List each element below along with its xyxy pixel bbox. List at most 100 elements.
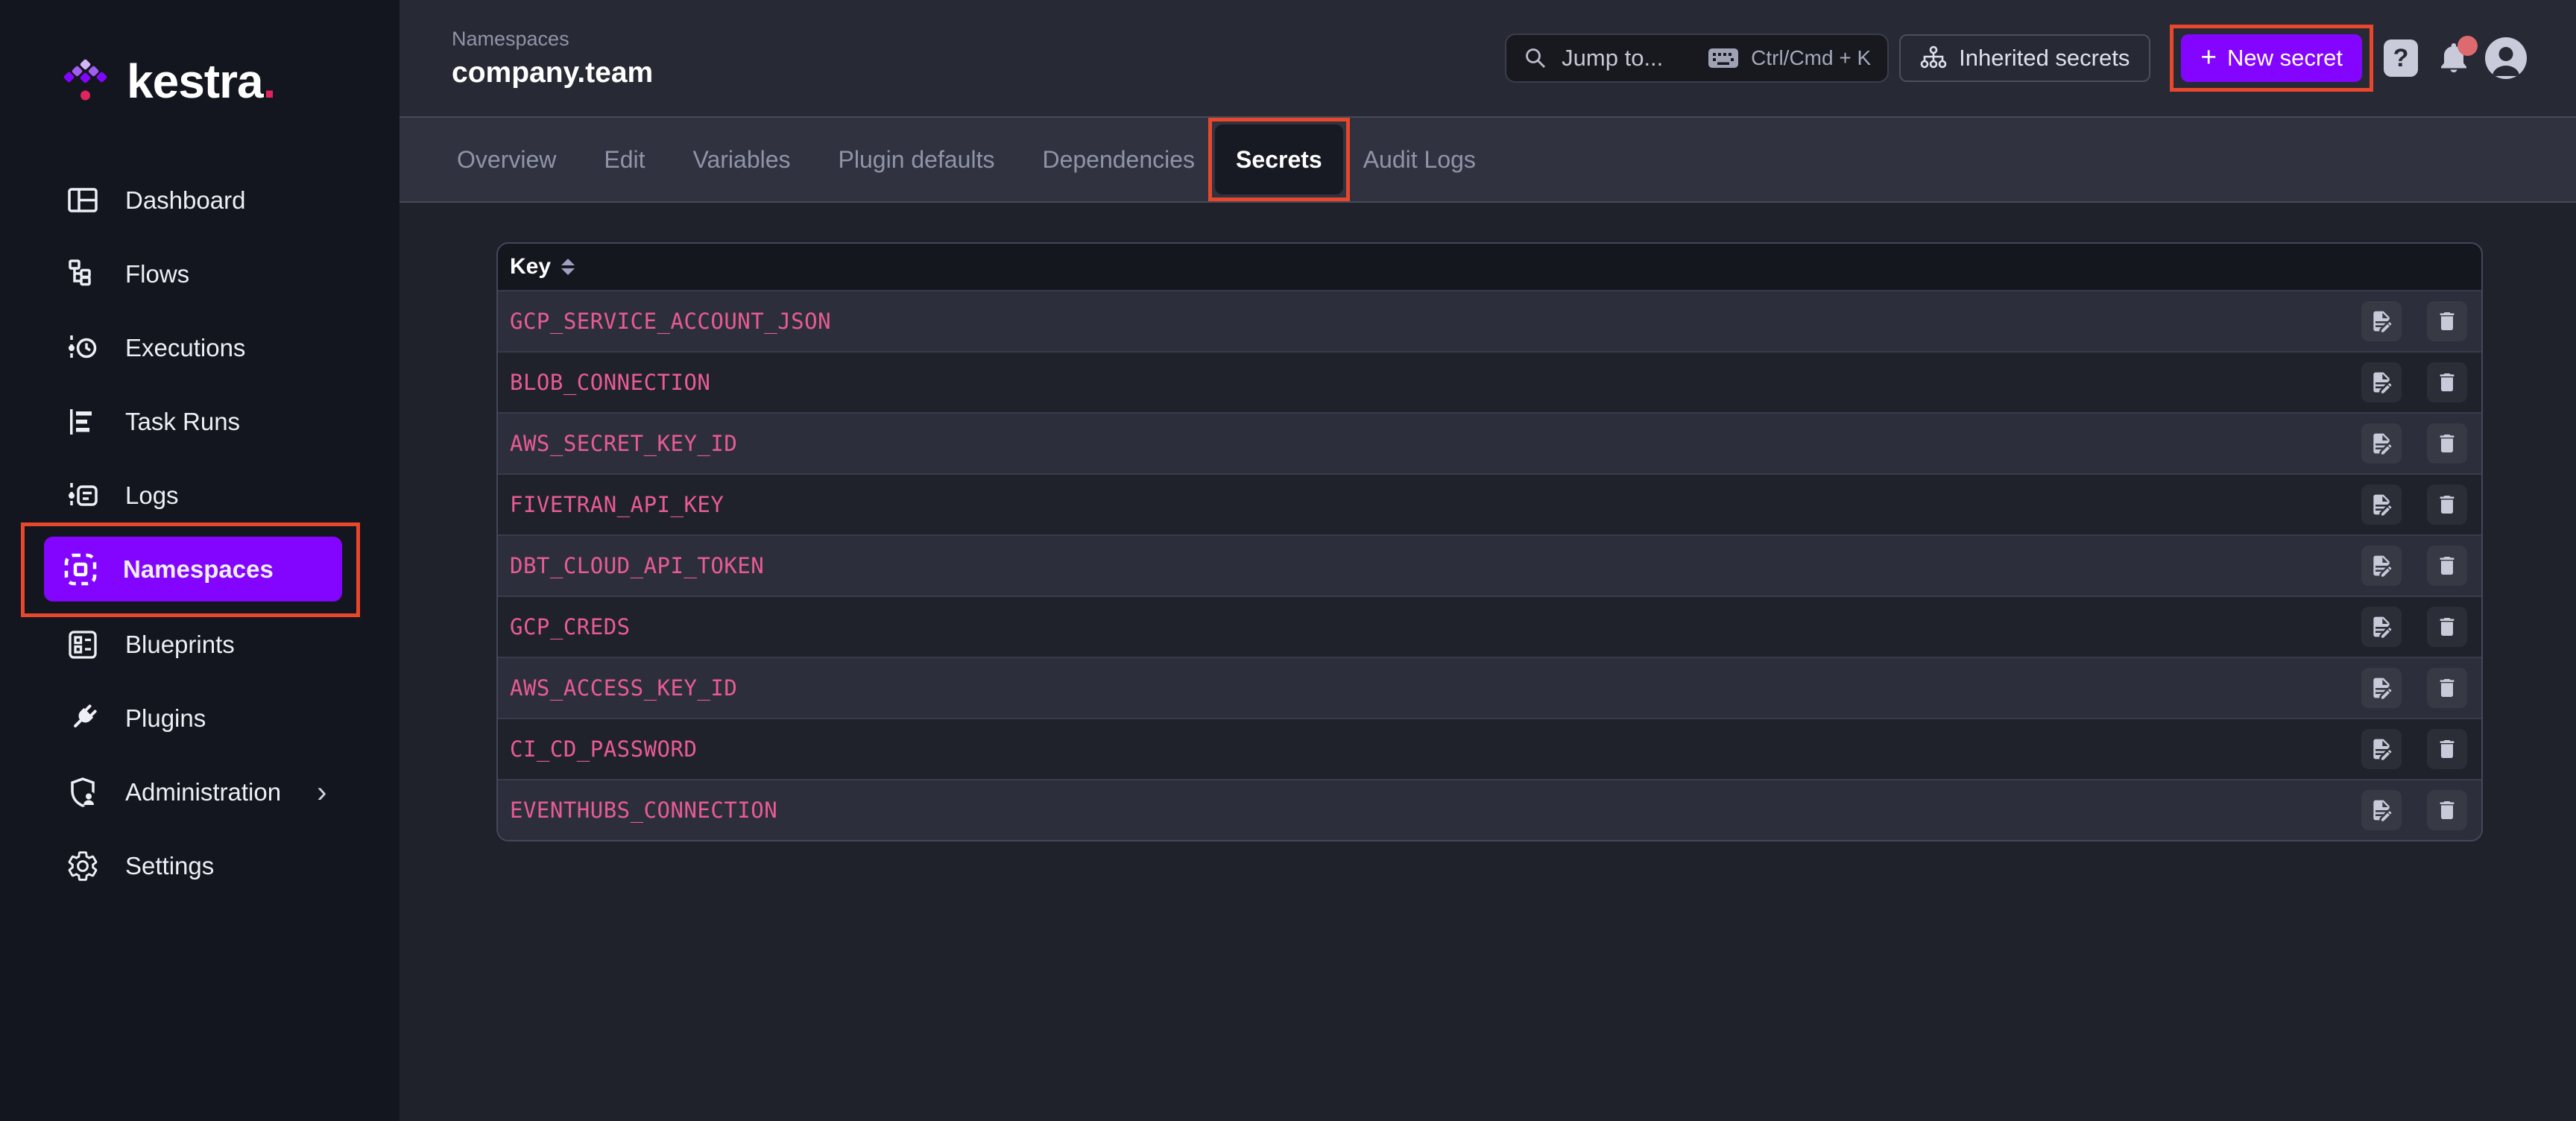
row-actions <box>2361 668 2467 708</box>
table-row: AWS_ACCESS_KEY_ID <box>498 657 2481 718</box>
notifications-button[interactable] <box>2434 39 2473 78</box>
file-edit-icon <box>2370 493 2393 517</box>
edit-secret-button[interactable] <box>2361 546 2402 586</box>
trash-icon <box>2435 493 2459 517</box>
new-secret-button[interactable]: + New secret <box>2181 34 2362 82</box>
edit-secret-button[interactable] <box>2361 729 2402 769</box>
breadcrumb[interactable]: Namespaces <box>452 28 653 51</box>
row-actions <box>2361 729 2467 769</box>
edit-secret-button[interactable] <box>2361 423 2402 464</box>
edit-secret-button[interactable] <box>2361 484 2402 525</box>
file-edit-icon <box>2370 798 2393 822</box>
secret-key: EVENTHUBS_CONNECTION <box>510 798 777 823</box>
tab-audit-logs[interactable]: Audit Logs <box>1363 146 1476 174</box>
table-row: AWS_SECRET_KEY_ID <box>498 412 2481 473</box>
search-shortcut: Ctrl/Cmd + K <box>1751 46 1871 70</box>
task-runs-icon <box>66 405 100 439</box>
table-row: EVENTHUBS_CONNECTION <box>498 779 2481 840</box>
sidebar-item-plugins[interactable]: Plugins <box>0 686 400 750</box>
tab-plugin-defaults[interactable]: Plugin defaults <box>839 146 995 174</box>
edit-secret-button[interactable] <box>2361 668 2402 708</box>
kestra-logo[interactable]: kestra. <box>0 0 400 109</box>
namespace-tabs: Overview Edit Variables Plugin defaults … <box>400 116 2576 203</box>
table-row: BLOB_CONNECTION <box>498 351 2481 412</box>
sidebar-nav: Dashboard Flows <box>0 168 400 897</box>
table-row: FIVETRAN_API_KEY <box>498 473 2481 534</box>
account-circle-icon <box>2485 37 2527 79</box>
delete-secret-button[interactable] <box>2427 546 2467 586</box>
secret-key: BLOB_CONNECTION <box>510 370 710 395</box>
sidebar-item-task-runs[interactable]: Task Runs <box>0 390 400 453</box>
row-actions <box>2361 484 2467 525</box>
settings-gear-icon <box>66 849 100 883</box>
content-area: Key GCP_SERVICE_ACCOUNT_JSON BLOB_CONNEC… <box>400 203 2576 1121</box>
edit-secret-button[interactable] <box>2361 607 2402 647</box>
user-avatar[interactable] <box>2485 37 2527 79</box>
help-button[interactable]: ? <box>2384 40 2418 77</box>
question-mark-icon: ? <box>2393 44 2409 73</box>
sitemap-icon <box>1920 45 1947 71</box>
secrets-table-header[interactable]: Key <box>498 244 2481 290</box>
plus-icon: + <box>2200 43 2217 71</box>
jump-to-search-input[interactable]: Jump to... Ctrl/Cmd + K <box>1505 34 1889 83</box>
edit-secret-button[interactable] <box>2361 362 2402 402</box>
delete-secret-button[interactable] <box>2427 729 2467 769</box>
sidebar-item-blueprints[interactable]: Blueprints <box>0 613 400 676</box>
delete-secret-button[interactable] <box>2427 423 2467 464</box>
kestra-logo-icon <box>63 57 107 106</box>
edit-secret-button[interactable] <box>2361 301 2402 341</box>
sidebar-item-namespaces[interactable]: Namespaces <box>44 537 342 601</box>
row-actions <box>2361 301 2467 341</box>
logs-icon <box>66 479 100 513</box>
sidebar-item-executions[interactable]: Executions <box>0 316 400 379</box>
tab-edit[interactable]: Edit <box>604 146 645 174</box>
main-area: Namespaces company.team Jump to... <box>400 0 2576 1121</box>
dashboard-icon <box>66 183 100 218</box>
secret-key: GCP_CREDS <box>510 614 631 640</box>
sidebar-item-logs[interactable]: Logs <box>0 464 400 527</box>
row-actions <box>2361 546 2467 586</box>
trash-icon <box>2435 554 2459 578</box>
table-row: GCP_SERVICE_ACCOUNT_JSON <box>498 290 2481 351</box>
tab-secrets[interactable]: Secrets <box>1215 124 1343 195</box>
delete-secret-button[interactable] <box>2427 362 2467 402</box>
tab-variables[interactable]: Variables <box>693 146 791 174</box>
secrets-table: Key GCP_SERVICE_ACCOUNT_JSON BLOB_CONNEC… <box>496 242 2483 841</box>
delete-secret-button[interactable] <box>2427 484 2467 525</box>
secret-key: CI_CD_PASSWORD <box>510 736 697 762</box>
trash-icon <box>2435 676 2459 700</box>
trash-icon <box>2435 309 2459 333</box>
file-edit-icon <box>2370 676 2393 700</box>
tab-overview[interactable]: Overview <box>457 146 556 174</box>
delete-secret-button[interactable] <box>2427 301 2467 341</box>
delete-secret-button[interactable] <box>2427 607 2467 647</box>
annotation-secrets-tab: Secrets <box>1208 118 1350 201</box>
keyboard-icon <box>1708 47 1739 69</box>
file-edit-icon <box>2370 432 2393 455</box>
file-edit-icon <box>2370 615 2393 639</box>
sidebar-item-dashboard[interactable]: Dashboard <box>0 168 400 232</box>
inherited-secrets-button[interactable]: Inherited secrets <box>1899 34 2150 82</box>
sidebar-item-settings[interactable]: Settings <box>0 834 400 897</box>
table-row: CI_CD_PASSWORD <box>498 718 2481 779</box>
file-edit-icon <box>2370 370 2393 394</box>
row-actions <box>2361 607 2467 647</box>
trash-icon <box>2435 370 2459 394</box>
search-placeholder: Jump to... <box>1562 45 1663 72</box>
key-column-header: Key <box>510 254 551 280</box>
file-edit-icon <box>2370 309 2393 333</box>
edit-secret-button[interactable] <box>2361 790 2402 830</box>
flows-icon <box>66 257 100 291</box>
trash-icon <box>2435 798 2459 822</box>
annotation-namespaces: Namespaces <box>21 522 360 617</box>
tab-dependencies[interactable]: Dependencies <box>1042 146 1195 174</box>
row-actions <box>2361 423 2467 464</box>
delete-secret-button[interactable] <box>2427 790 2467 830</box>
delete-secret-button[interactable] <box>2427 668 2467 708</box>
sidebar-item-administration[interactable]: Administration › <box>0 760 400 824</box>
secret-key: DBT_CLOUD_API_TOKEN <box>510 553 764 578</box>
namespaces-icon <box>63 552 98 587</box>
sidebar-item-flows[interactable]: Flows <box>0 242 400 306</box>
secrets-table-body: GCP_SERVICE_ACCOUNT_JSON BLOB_CONNECTION <box>498 290 2481 840</box>
administration-icon <box>66 775 100 809</box>
